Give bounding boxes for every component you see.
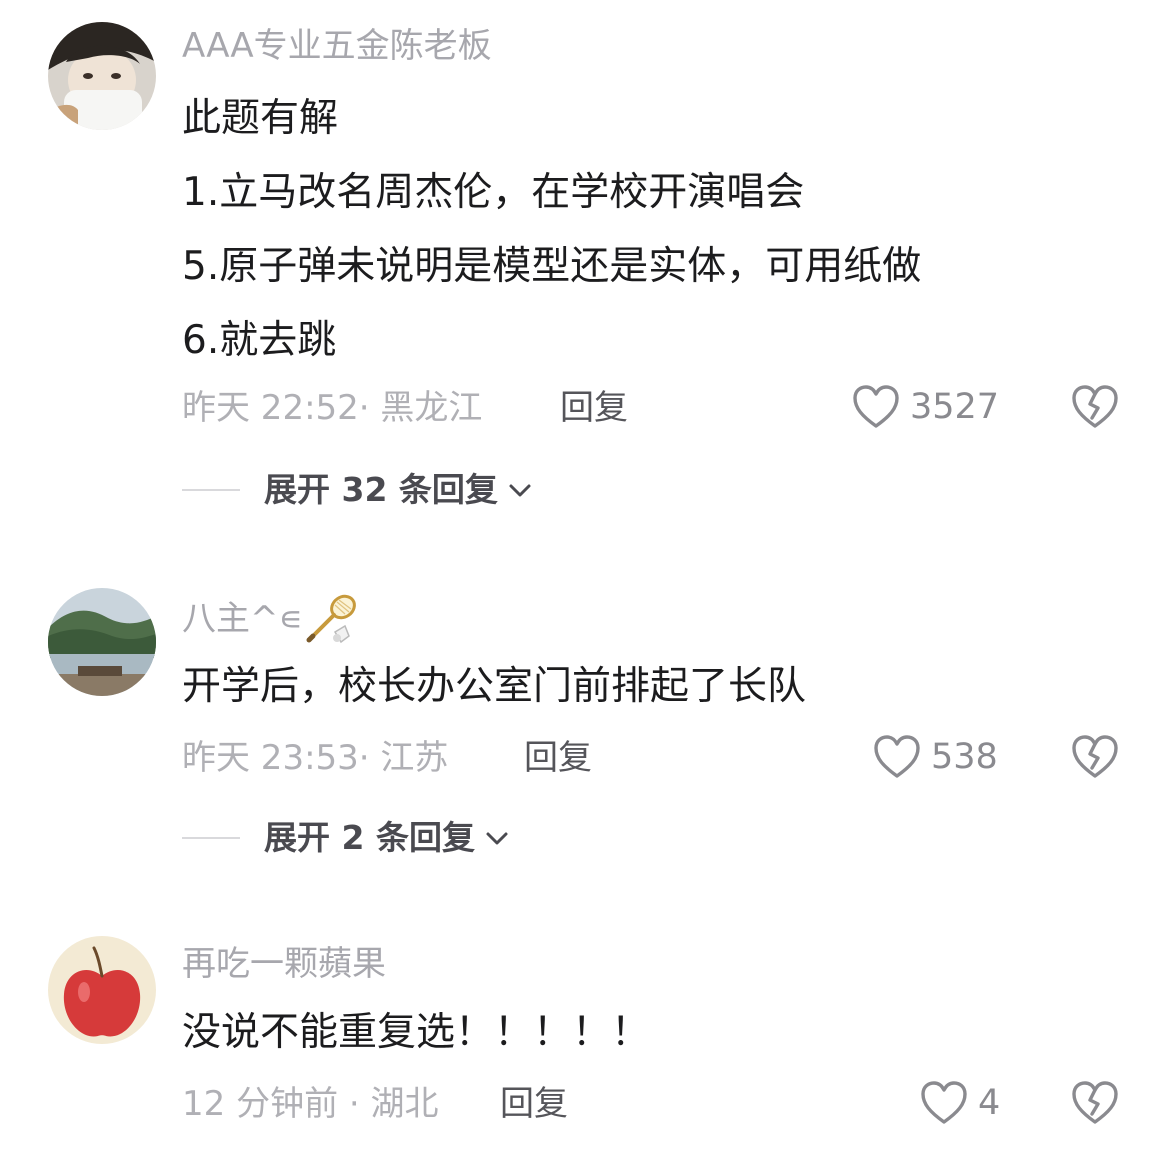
dislike-button[interactable] (1072, 384, 1118, 430)
expand-replies-label: 展开 32 条回复 (264, 470, 498, 509)
dislike-button[interactable] (1072, 1080, 1118, 1126)
broken-heart-icon (1072, 735, 1118, 778)
broken-heart-icon (1072, 385, 1118, 428)
like-button[interactable]: 4 (920, 1080, 1000, 1126)
username[interactable]: 八主^∊ (182, 592, 363, 646)
comment-meta: 昨天 22:52· 黑龙江 (182, 388, 483, 428)
like-count: 538 (931, 737, 998, 777)
chevron-down-icon (509, 484, 531, 497)
reply-button[interactable]: 回复 (560, 386, 628, 430)
username-text: 八主^∊ (182, 599, 303, 639)
comment-line: 1.立马改名周杰伦，在学校开演唱会 (182, 170, 805, 215)
like-button[interactable]: 3527 (852, 384, 999, 430)
username[interactable]: 再吃一颗蘋果 (182, 942, 386, 986)
reply-button[interactable]: 回复 (524, 736, 592, 780)
expand-replies[interactable]: 展开 32 条回复 (182, 468, 534, 512)
chevron-down-icon (486, 832, 508, 845)
expand-replies[interactable]: 展开 2 条回复 (182, 816, 511, 860)
like-count: 4 (978, 1083, 1001, 1123)
avatar[interactable] (48, 22, 156, 130)
dislike-button[interactable] (1072, 734, 1118, 780)
reply-button[interactable]: 回复 (500, 1082, 568, 1126)
expand-divider (182, 837, 240, 839)
username[interactable]: AAA专业五金陈老板 (182, 24, 492, 68)
comment-text: 没说不能重复选！！！！！ (182, 996, 650, 1070)
comment-item: 八主^∊ 开学后，校长办公室门前排起了长队 昨天 23:53· 江苏 回复 53… (0, 560, 1170, 880)
comment-line: 5.原子弹未说明是模型还是实体，可用纸做 (182, 244, 922, 289)
like-count: 3527 (910, 387, 1000, 427)
comment-item: AAA专业五金陈老板 此题有解 1.立马改名周杰伦，在学校开演唱会 5.原子弹未… (0, 0, 1170, 540)
badminton-icon (306, 594, 356, 644)
comment-line: 6.就去跳 (182, 318, 337, 363)
comment-line: 开学后，校长办公室门前排起了长队 (182, 664, 807, 709)
heart-icon (921, 1081, 967, 1124)
expand-replies-label: 展开 2 条回复 (264, 818, 475, 857)
expand-divider (182, 489, 240, 491)
comment-meta: 昨天 23:53· 江苏 (182, 738, 449, 778)
comment-item: 再吃一颗蘋果 没说不能重复选！！！！！ 12 分钟前 · 湖北 回复 4 (0, 910, 1170, 1164)
avatar[interactable] (48, 936, 156, 1044)
comment-meta: 12 分钟前 · 湖北 (182, 1084, 439, 1124)
avatar[interactable] (48, 588, 156, 696)
broken-heart-icon (1072, 1081, 1118, 1124)
heart-icon (853, 385, 899, 428)
comment-text: 开学后，校长办公室门前排起了长队 (182, 650, 806, 724)
like-button[interactable]: 538 (873, 734, 998, 780)
heart-icon (874, 735, 920, 778)
comment-line: 此题有解 (182, 96, 339, 141)
comment-text: 此题有解 1.立马改名周杰伦，在学校开演唱会 5.原子弹未说明是模型还是实体，可… (182, 82, 921, 378)
comment-line: 没说不能重复选！！！！！ (182, 1010, 651, 1055)
